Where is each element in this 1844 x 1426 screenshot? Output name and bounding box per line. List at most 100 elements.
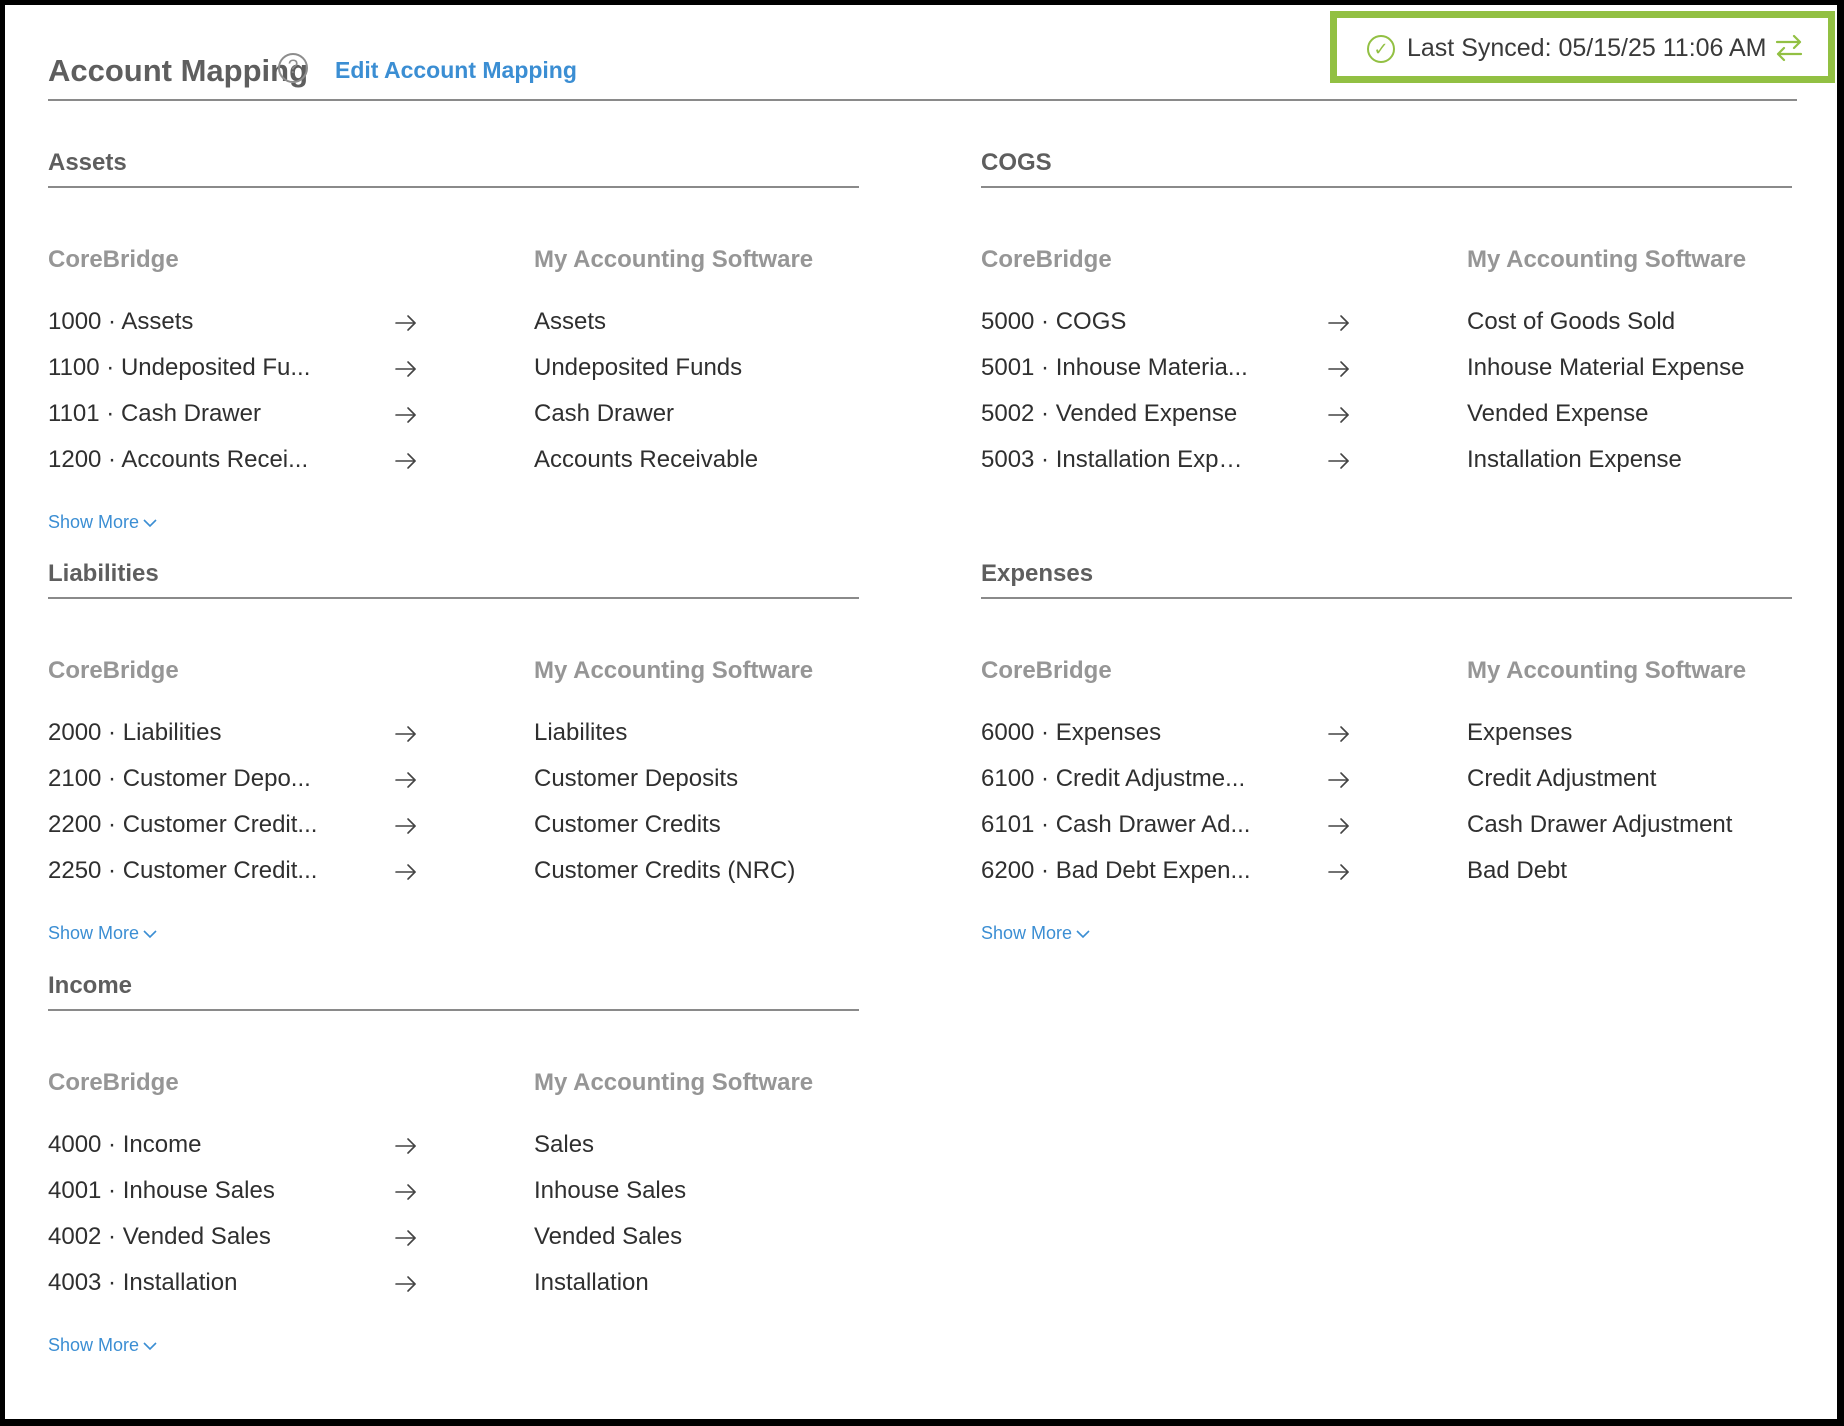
corebridge-account: 6200 · Bad Debt Expen... — [981, 857, 1251, 884]
accounting-software-account: Assets — [534, 308, 607, 335]
section-title: Expenses — [981, 548, 1792, 599]
edit-account-mapping-link[interactable]: Edit Account Mapping — [335, 57, 577, 84]
mapping-row: 4000 · Income Sales — [48, 1131, 859, 1177]
mapping-row: 1200 · Accounts Recei... Accounts Receiva… — [48, 446, 859, 492]
accounting-software-account: Undeposited Funds — [534, 354, 743, 381]
section-title: Assets — [48, 137, 859, 188]
sync-arrows-icon[interactable] — [1774, 32, 1804, 64]
corebridge-account: 6000 · Expenses — [981, 719, 1162, 746]
show-more-label: Show More — [48, 1335, 140, 1355]
accounting-software-account: Customer Credits (NRC) — [534, 857, 796, 884]
mapping-rows: 5000 · COGS Cost of Goods Sold 5001 · Inho… — [981, 308, 1792, 492]
mapping-row: 2000 · Liabilities Liabilites — [48, 719, 859, 765]
corebridge-account: 4001 · Inhouse Sales — [48, 1177, 275, 1204]
show-more-button[interactable]: Show More — [48, 923, 157, 944]
corebridge-account: 5000 · COGS — [981, 308, 1127, 335]
mapping-row: 4003 · Installation Installation — [48, 1269, 859, 1315]
corebridge-account: 6100 · Credit Adjustme... — [981, 765, 1246, 792]
mapping-row: 1101 · Cash Drawer Cash Drawer — [48, 400, 859, 446]
corebridge-account: 6101 · Cash Drawer Ad... — [981, 811, 1251, 838]
accounting-software-column-header: My Accounting Software — [1467, 657, 1747, 684]
accounting-software-account: Inhouse Sales — [534, 1177, 687, 1204]
chevron-down-icon — [143, 519, 157, 527]
corebridge-account: 4000 · Income — [48, 1131, 202, 1158]
arrow-right-icon — [395, 1230, 416, 1246]
arrow-right-icon — [395, 1138, 416, 1154]
corebridge-account: 5003 · Installation Expe... — [981, 446, 1251, 473]
section-income: Income CoreBridge My Accounting Software… — [48, 960, 859, 1356]
section-title: COGS — [981, 137, 1792, 188]
mapping-rows: 1000 · Assets Assets 1100 · Undeposited Fu… — [48, 308, 859, 492]
accounting-software-account: Installation Expense — [1467, 446, 1682, 473]
section-assets: Assets CoreBridge My Accounting Software… — [48, 137, 859, 533]
mapping-row: 2250 · Customer Credit... Customer Credit… — [48, 857, 859, 903]
corebridge-account: 2200 · Customer Credit... — [48, 811, 318, 838]
help-icon[interactable]: ? — [278, 53, 308, 83]
corebridge-account: 2250 · Customer Credit... — [48, 857, 318, 884]
mapping-row: 6101 · Cash Drawer Ad... Cash Drawer Adju… — [981, 811, 1792, 857]
corebridge-column-header: CoreBridge — [48, 1069, 179, 1096]
column-headers: CoreBridge My Accounting Software — [48, 246, 859, 308]
corebridge-account: 2000 · Liabilities — [48, 719, 222, 746]
column-headers: CoreBridge My Accounting Software — [48, 657, 859, 719]
mapping-rows: 4000 · Income Sales 4001 · Inhouse Sales In… — [48, 1131, 859, 1315]
corebridge-account: 5002 · Vended Expense — [981, 400, 1238, 427]
account-mapping-panel: Account Mapping ? Edit Account Mapping ✓… — [5, 5, 1837, 1419]
mapping-row: 2100 · Customer Depo... Customer Deposits — [48, 765, 859, 811]
arrow-right-icon — [395, 361, 416, 377]
mapping-row: 6200 · Bad Debt Expen... Bad Debt — [981, 857, 1792, 903]
mapping-rows: 2000 · Liabilities Liabilites 2100 · Custo… — [48, 719, 859, 903]
accounting-software-account: Customer Credits — [534, 811, 721, 838]
check-circle-icon: ✓ — [1367, 35, 1395, 63]
show-more-button[interactable]: Show More — [981, 923, 1090, 944]
chevron-down-icon — [143, 930, 157, 938]
corebridge-account: 4003 · Installation — [48, 1269, 238, 1296]
accounting-software-account: Liabilites — [534, 719, 628, 746]
chevron-down-icon — [143, 1342, 157, 1350]
accounting-software-account: Expenses — [1467, 719, 1573, 746]
accounting-software-account: Vended Expense — [1467, 400, 1649, 427]
corebridge-column-header: CoreBridge — [981, 657, 1112, 684]
mapping-row: 5003 · Installation Expe... Installation … — [981, 446, 1792, 492]
corebridge-account: 1000 · Assets — [48, 308, 194, 335]
arrow-right-icon — [395, 1184, 416, 1200]
mapping-row: 6000 · Expenses Expenses — [981, 719, 1792, 765]
show-more-button[interactable]: Show More — [48, 1335, 157, 1356]
mapping-rows: 6000 · Expenses Expenses 6100 · Credit Adj… — [981, 719, 1792, 903]
column-headers: CoreBridge My Accounting Software — [981, 246, 1792, 308]
accounting-software-column-header: My Accounting Software — [1467, 246, 1747, 273]
arrow-right-icon — [395, 407, 416, 423]
arrow-right-icon — [1328, 315, 1349, 331]
arrow-right-icon — [1328, 407, 1349, 423]
arrow-right-icon — [395, 1276, 416, 1292]
section-title: Income — [48, 960, 859, 1011]
accounting-software-account: Vended Sales — [534, 1223, 683, 1250]
column-headers: CoreBridge My Accounting Software — [981, 657, 1792, 719]
accounting-software-column-header: My Accounting Software — [534, 657, 814, 684]
accounting-software-column-header: My Accounting Software — [534, 246, 814, 273]
section-expenses: Expenses CoreBridge My Accounting Softwa… — [981, 548, 1792, 944]
arrow-right-icon — [395, 726, 416, 742]
arrow-right-icon — [1328, 818, 1349, 834]
corebridge-column-header: CoreBridge — [981, 246, 1112, 273]
mapping-row: 2200 · Customer Credit... Customer Credit… — [48, 811, 859, 857]
arrow-right-icon — [395, 818, 416, 834]
mapping-row: 5001 · Inhouse Materia... Inhouse Materia… — [981, 354, 1792, 400]
accounting-software-account: Credit Adjustment — [1467, 765, 1657, 792]
accounting-software-account: Inhouse Material Expense — [1467, 354, 1745, 381]
mapping-row: 1000 · Assets Assets — [48, 308, 859, 354]
section-liabilities: Liabilities CoreBridge My Accounting Sof… — [48, 548, 859, 944]
arrow-right-icon — [395, 772, 416, 788]
corebridge-account: 5001 · Inhouse Materia... — [981, 354, 1248, 381]
page-title: Account Mapping — [48, 53, 309, 88]
show-more-button[interactable]: Show More — [48, 512, 157, 533]
show-more-label: Show More — [981, 923, 1073, 943]
sync-status: ✓ Last Synced: 05/15/25 11:06 AM — [1330, 11, 1835, 83]
section-title: Liabilities — [48, 548, 859, 599]
corebridge-account: 1100 · Undeposited Fu... — [48, 354, 311, 381]
show-more-label: Show More — [48, 923, 140, 943]
mapping-row: 4002 · Vended Sales Vended Sales — [48, 1223, 859, 1269]
mapping-row: 6100 · Credit Adjustme... Credit Adjustme… — [981, 765, 1792, 811]
accounting-software-account: Accounts Receivable — [534, 446, 759, 473]
accounting-software-column-header: My Accounting Software — [534, 1069, 814, 1096]
